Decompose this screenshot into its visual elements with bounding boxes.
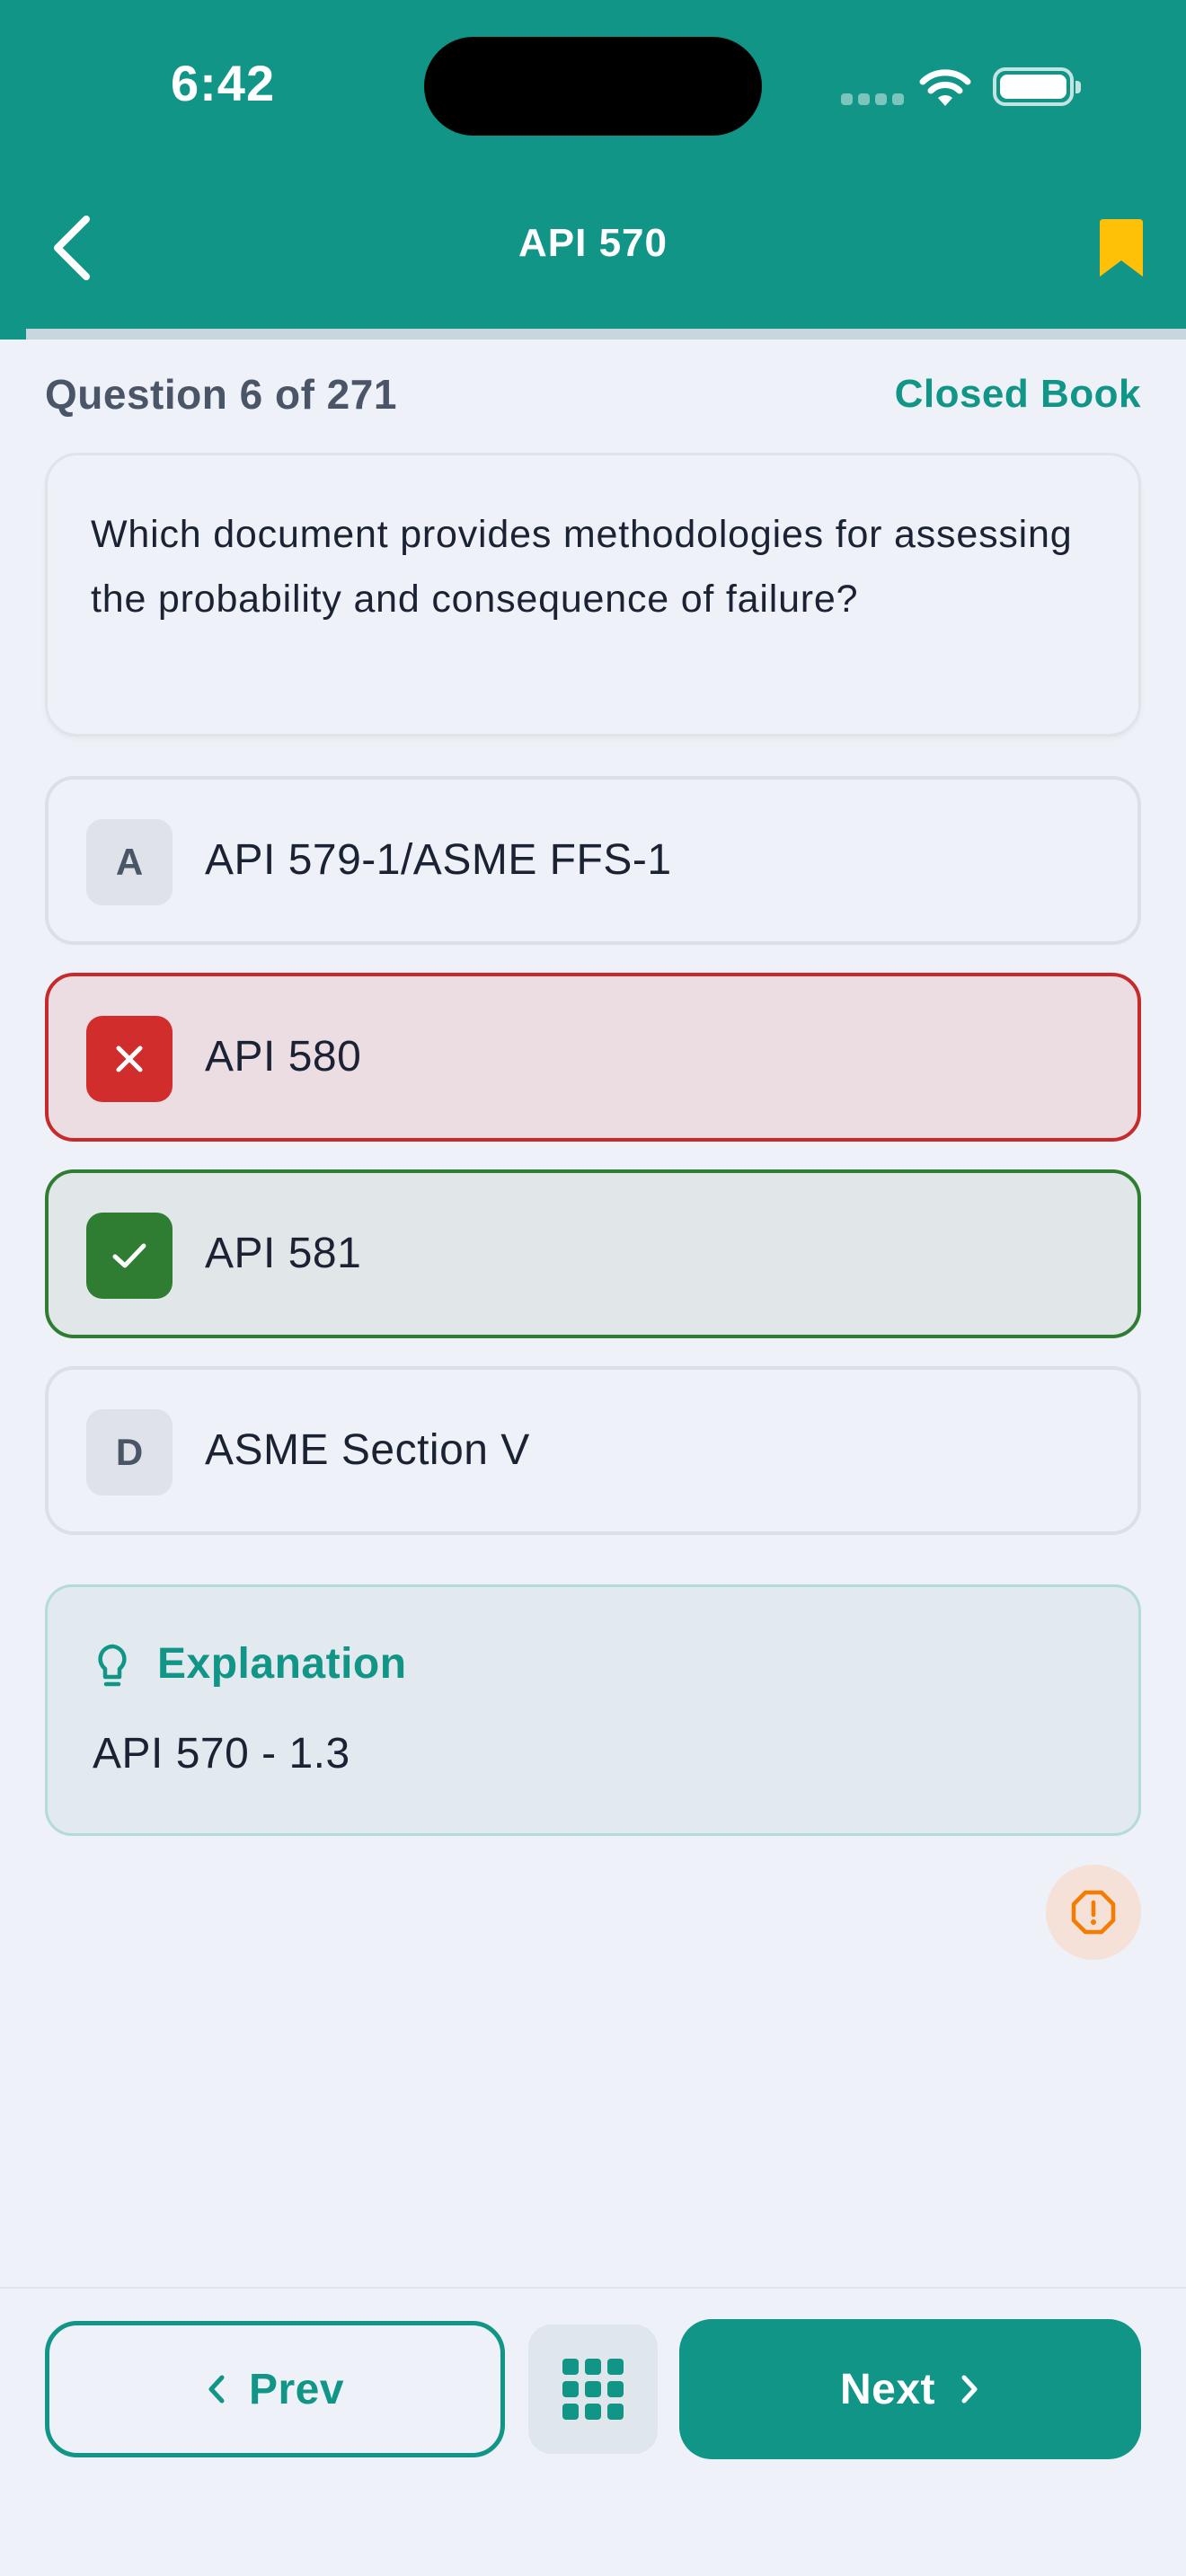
option-text: API 580 [205, 1033, 362, 1081]
check-icon [86, 1213, 173, 1299]
next-label: Next [839, 2365, 936, 2413]
report-button[interactable] [1046, 1865, 1141, 1960]
alert-octagon-icon [1071, 1890, 1116, 1935]
battery-icon [993, 67, 1081, 106]
option-letter: A [86, 819, 173, 905]
progress-fill [0, 329, 27, 340]
wifi-icon [919, 69, 971, 106]
next-button[interactable]: Next [679, 2319, 1141, 2459]
prev-label: Prev [248, 2365, 345, 2413]
x-icon [86, 1016, 173, 1102]
mode-label: Closed Book [894, 372, 1141, 416]
app-header: 6:42 API 570 [0, 0, 1186, 329]
question-counter: Question 6 of 271 [45, 371, 397, 418]
option-letter: D [86, 1409, 173, 1495]
option-c[interactable]: API 581 [45, 1169, 1141, 1338]
page-title: API 570 [518, 221, 668, 265]
status-time: 6:42 [171, 55, 276, 111]
lightbulb-icon [98, 1644, 127, 1687]
question-grid-button[interactable] [528, 2325, 658, 2454]
question-text: Which document provides methodologies fo… [91, 513, 1073, 621]
progress-bar [0, 329, 1186, 340]
chevron-left-icon [208, 2375, 225, 2404]
explanation-text: API 570 - 1.3 [93, 1730, 350, 1778]
chevron-right-icon [961, 2375, 978, 2404]
back-button[interactable] [45, 212, 102, 284]
option-a[interactable]: A API 579-1/ASME FFS-1 [45, 776, 1141, 945]
option-text: API 581 [205, 1230, 362, 1277]
question-card: Which document provides methodologies fo… [45, 453, 1141, 737]
option-d[interactable]: D ASME Section V [45, 1366, 1141, 1535]
explanation-card: Explanation API 570 - 1.3 [45, 1584, 1141, 1836]
cellular-signal-icon [841, 93, 904, 106]
prev-button[interactable]: Prev [45, 2321, 505, 2457]
explanation-title: Explanation [157, 1640, 407, 1688]
option-text: API 579-1/ASME FFS-1 [205, 836, 672, 884]
bookmark-icon[interactable] [1098, 219, 1145, 278]
option-b[interactable]: API 580 [45, 973, 1141, 1142]
option-text: ASME Section V [205, 1426, 530, 1474]
bottom-navigation: Prev Next [0, 2287, 1186, 2576]
dynamic-island [424, 37, 762, 136]
